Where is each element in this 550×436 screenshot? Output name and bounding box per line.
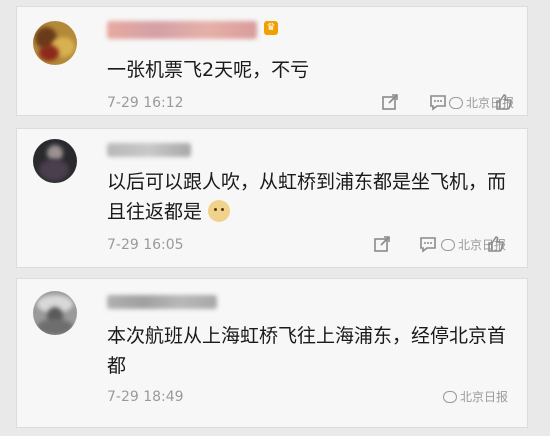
comment-text: 一张机票飞2天呢，不亏 bbox=[107, 59, 310, 81]
watermark-logo-icon bbox=[449, 96, 463, 109]
comment-time: 7-29 18:49 bbox=[107, 389, 184, 405]
doge-emoji-icon bbox=[208, 200, 231, 222]
share-icon[interactable] bbox=[381, 93, 399, 111]
watermark-text: 北京日报 bbox=[460, 390, 509, 404]
avatar[interactable] bbox=[33, 291, 77, 335]
share-icon[interactable] bbox=[373, 235, 391, 253]
member-badge-icon: ♛ bbox=[264, 21, 278, 35]
comment-time: 7-29 16:05 bbox=[107, 237, 184, 253]
username-blurred[interactable] bbox=[107, 143, 191, 157]
comment-card: ♛ 一张机票飞2天呢，不亏 7-29 16:12 北京日报 bbox=[16, 6, 528, 116]
like-icon[interactable] bbox=[487, 235, 505, 253]
comment-card: 以后可以跟人吹，从虹桥到浦东都是坐飞机，而且往返都是 7-29 16:05 北京… bbox=[16, 128, 528, 268]
comment-text: 本次航班从上海虹桥飞往上海浦东，经停北京首都 bbox=[107, 325, 507, 377]
avatar[interactable] bbox=[33, 21, 77, 65]
watermark-logo-icon bbox=[443, 390, 457, 403]
watermark-logo-icon bbox=[441, 238, 455, 251]
avatar[interactable] bbox=[33, 139, 77, 183]
like-icon[interactable] bbox=[495, 93, 513, 111]
watermark: 北京日报 bbox=[443, 388, 508, 405]
username-blurred[interactable] bbox=[107, 21, 257, 39]
comment-icon[interactable] bbox=[419, 235, 437, 253]
comment-card: 本次航班从上海虹桥飞往上海浦东，经停北京首都 7-29 18:49 北京日报 bbox=[16, 278, 528, 428]
comment-icon[interactable] bbox=[429, 93, 447, 111]
username-blurred[interactable] bbox=[107, 295, 217, 309]
comment-text-body: 以后可以跟人吹，从虹桥到浦东都是坐飞机，而且往返都是 bbox=[107, 171, 507, 223]
comment-text: 以后可以跟人吹，从虹桥到浦东都是坐飞机，而且往返都是 bbox=[107, 167, 509, 227]
comment-time: 7-29 16:12 bbox=[107, 95, 184, 111]
